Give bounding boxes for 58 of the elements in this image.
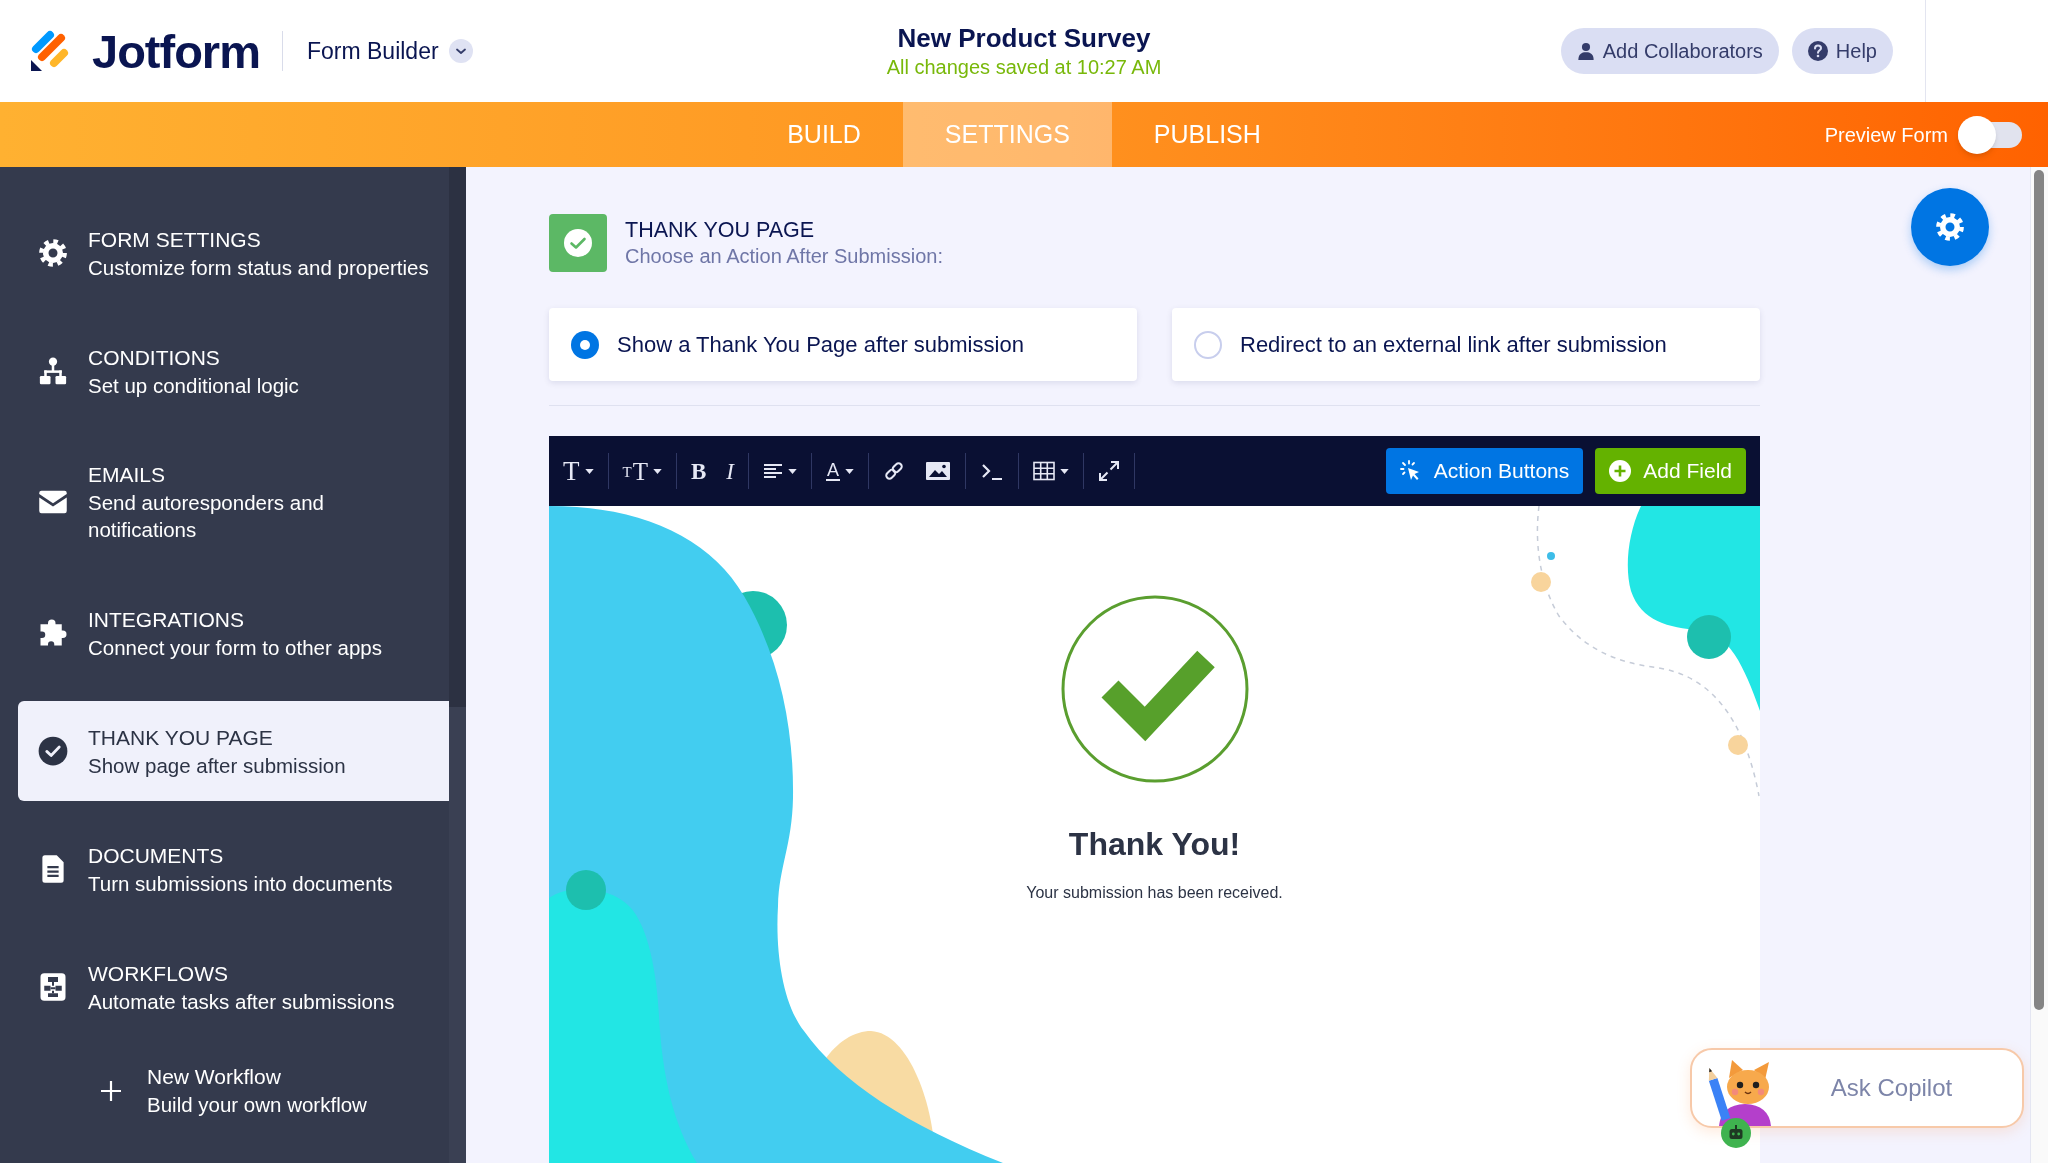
dot-shape xyxy=(1728,735,1748,755)
sidebar-item[interactable]: FORM SETTINGS Customize form status and properties xyxy=(18,203,449,303)
scrollbar-thumb[interactable] xyxy=(449,167,466,707)
flowchart-icon xyxy=(38,972,68,1002)
robot-icon xyxy=(1721,1118,1751,1148)
logo-text: Jotform xyxy=(92,27,260,75)
sidebar-item[interactable]: THANK YOU PAGE Show page after submission xyxy=(18,701,449,801)
scrollbar-thumb[interactable] xyxy=(2034,170,2044,1010)
sidebar-item[interactable]: WORKFLOWS Automate tasks after submissions xyxy=(18,937,449,1037)
sidebar-item[interactable]: EMAILS Send autoresponders and notifications xyxy=(18,439,449,565)
circle-shape xyxy=(566,870,606,910)
radio-option[interactable]: Show a Thank You Page after submission xyxy=(549,308,1137,381)
expand-icon xyxy=(1098,460,1120,482)
sidebar-item[interactable]: CONDITIONS Set up conditional logic xyxy=(18,321,449,421)
help-icon xyxy=(1807,41,1828,61)
thank-you-heading: Thank You! xyxy=(1068,825,1241,864)
form-title: New Product Survey xyxy=(897,22,1151,54)
image-icon xyxy=(925,460,951,482)
sidebar-item[interactable]: New Workflow Build your own workflow xyxy=(18,1055,449,1126)
toggle-label: Preview Form xyxy=(1824,122,1948,148)
action-buttons-button[interactable]: Action Buttons xyxy=(1385,448,1584,494)
plus-icon xyxy=(100,1079,122,1102)
help-button[interactable]: Help xyxy=(1791,28,1893,74)
dot-shape xyxy=(1531,572,1551,592)
radio-button[interactable] xyxy=(1194,330,1222,359)
save-status: All changes saved at 10:27 AM xyxy=(886,55,1162,80)
sidebar-item[interactable]: INTEGRATIONS Connect your form to other apps xyxy=(18,583,449,683)
section-subtitle: Choose an Action After Submission: xyxy=(625,244,943,269)
sidebar-item[interactable]: DOCUMENTS Turn submissions into documents xyxy=(18,819,449,919)
table-icon xyxy=(1033,461,1055,481)
preview-toggle[interactable] xyxy=(1958,115,2022,154)
form-builder-menu[interactable]: Form Builder xyxy=(306,33,473,69)
plus-circle-icon xyxy=(1609,460,1632,482)
bold-button[interactable]: B xyxy=(680,449,717,493)
ask-copilot-button[interactable]: Ask Copilot xyxy=(1690,1048,2024,1128)
circle-shape xyxy=(1687,615,1731,659)
sitemap-icon xyxy=(38,356,68,386)
section-title: THANK YOU PAGE xyxy=(625,217,816,243)
settings-button[interactable] xyxy=(1911,188,1989,266)
check-circle-icon xyxy=(38,736,68,766)
puzzle-piece-icon xyxy=(38,618,68,648)
radio-option[interactable]: Redirect to an external link after submission xyxy=(1172,308,1760,381)
link-icon xyxy=(883,460,905,482)
gear-icon xyxy=(38,238,68,268)
settings-icon xyxy=(1935,212,1965,242)
align-left-icon xyxy=(762,463,783,479)
font-button[interactable]: T xyxy=(553,449,604,493)
dot-shape xyxy=(1547,552,1555,560)
person-icon xyxy=(1576,42,1595,60)
italic-button[interactable]: I xyxy=(716,449,744,493)
add-collaborators-button[interactable]: Add Collaborators xyxy=(1560,28,1779,74)
checkmark-circle-icon xyxy=(1059,594,1250,784)
font-size-button[interactable]: TT xyxy=(612,449,672,493)
radio-button[interactable] xyxy=(571,330,599,359)
chevron-down-icon xyxy=(448,39,473,63)
thank-you-message: Your submission has been received. xyxy=(1026,883,1283,903)
text-color-button[interactable]: A xyxy=(815,449,864,493)
check-badge-icon xyxy=(549,214,607,272)
